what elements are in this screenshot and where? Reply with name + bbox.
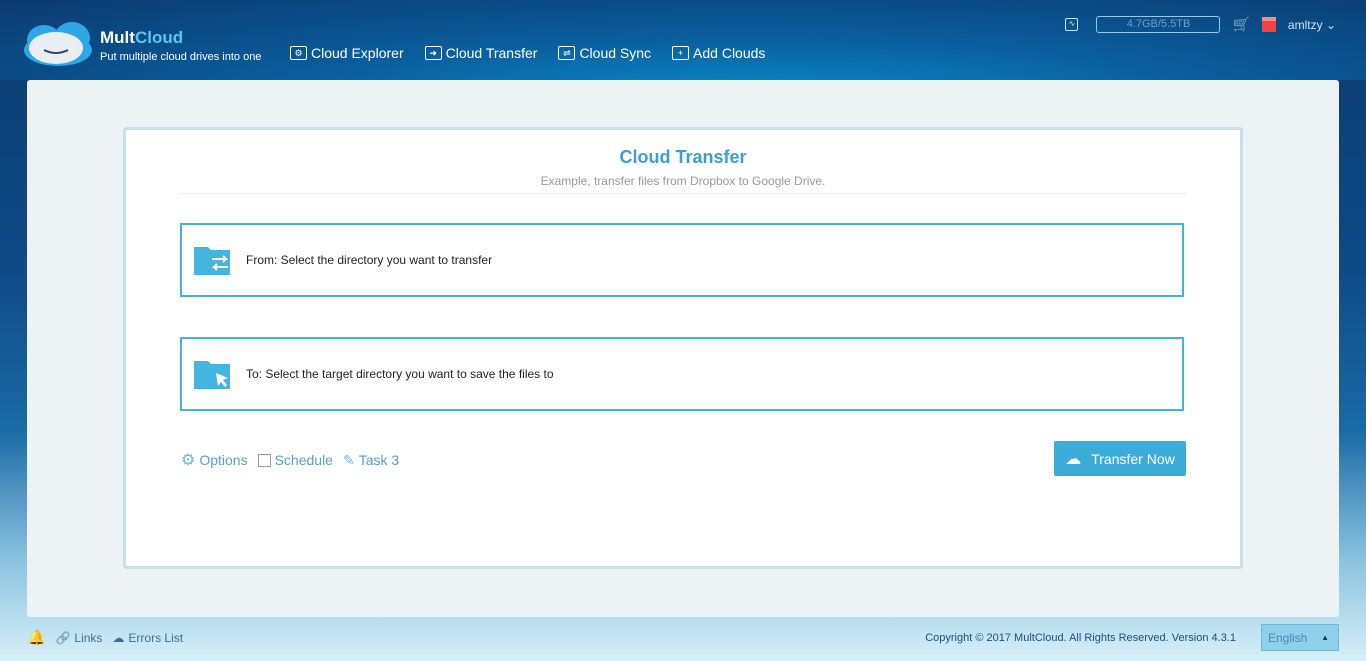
logo[interactable]: MultCloud Put multiple cloud drives into… — [20, 18, 261, 68]
plus-icon: + — [672, 46, 690, 60]
copyright: Copyright © 2017 MultCloud. All Rights R… — [925, 632, 1236, 644]
activity-icon[interactable]: ∿ — [1065, 18, 1079, 31]
page-title: Cloud Transfer — [619, 147, 747, 167]
task-label: Task 3 — [358, 452, 400, 468]
checkbox-icon — [257, 453, 271, 467]
nav-cloud-sync[interactable]: ⇌ Cloud Sync — [558, 45, 651, 61]
bell-icon[interactable]: 🔔 — [28, 629, 45, 646]
errors-label: Errors List — [128, 630, 184, 645]
chevron-down-icon: ⌄ — [1325, 17, 1336, 32]
top-bar: MultCloud Put multiple cloud drives into… — [0, 0, 1366, 80]
language-select[interactable]: English ▲ — [1261, 624, 1339, 651]
nav-cloud-transfer[interactable]: ➜ Cloud Transfer — [424, 45, 538, 61]
from-directory-selector[interactable]: From: Select the directory you want to t… — [180, 223, 1184, 297]
divider — [180, 193, 1186, 194]
links-button[interactable]: 🔗 Links — [55, 631, 102, 645]
link-icon: 🔗 — [55, 630, 71, 645]
schedule-label: Schedule — [274, 452, 333, 468]
transfer-now-button[interactable]: ☁ Transfer Now — [1054, 441, 1186, 476]
caret-up-icon: ▲ — [1321, 633, 1329, 642]
error-cloud-icon: ☁ — [112, 630, 125, 645]
gear-icon: ⚙ — [181, 452, 196, 469]
nav-label: Cloud Transfer — [445, 45, 538, 61]
transfer-now-label: Transfer Now — [1091, 450, 1175, 467]
links-label: Links — [74, 630, 103, 645]
user-menu[interactable]: amltzy ⌄ — [1288, 18, 1336, 32]
folder-cursor-icon — [194, 361, 230, 389]
nav-add-clouds[interactable]: + Add Clouds — [672, 45, 765, 61]
transfer-icon: ➜ — [424, 46, 442, 60]
page-subtitle: Example, transfer files from Dropbox to … — [540, 174, 826, 188]
to-label: To: Select the target directory you want… — [246, 367, 554, 381]
task-name-button[interactable]: ✎ Task 3 — [343, 452, 399, 469]
cloud-logo-icon — [24, 22, 92, 66]
from-label: From: Select the directory you want to t… — [246, 253, 493, 267]
nav-label: Cloud Sync — [579, 45, 652, 61]
tagline: Put multiple cloud drives into one — [100, 51, 262, 63]
schedule-checkbox[interactable]: Schedule — [257, 452, 333, 468]
cart-icon[interactable]: 🛒 — [1232, 16, 1249, 33]
options-button[interactable]: ⚙ Options — [181, 450, 248, 470]
folder-transfer-icon — [194, 247, 230, 275]
language-label: English — [1268, 631, 1308, 645]
errors-list-button[interactable]: ☁ Errors List — [112, 631, 183, 645]
main-area: Cloud Transfer Example, transfer files f… — [27, 80, 1339, 617]
sync-icon: ⇌ — [558, 46, 576, 60]
options-label: Options — [199, 452, 248, 468]
nav-label: Add Clouds — [693, 45, 766, 61]
storage-usage: 4.7GB/5.5TB — [1096, 16, 1221, 33]
to-directory-selector[interactable]: To: Select the target directory you want… — [180, 337, 1184, 411]
gift-icon[interactable] — [1261, 17, 1276, 32]
cloud-sync-icon: ☁ — [1065, 450, 1082, 468]
nav-cloud-explorer[interactable]: ⚙ Cloud Explorer — [290, 45, 404, 61]
transfer-panel: Cloud Transfer Example, transfer files f… — [123, 127, 1243, 569]
edit-icon: ✎ — [342, 451, 355, 468]
username: amltzy — [1287, 17, 1323, 32]
brand-name: MultCloud — [100, 28, 184, 47]
gear-folder-icon: ⚙ — [290, 46, 307, 60]
nav-label: Cloud Explorer — [311, 45, 404, 61]
